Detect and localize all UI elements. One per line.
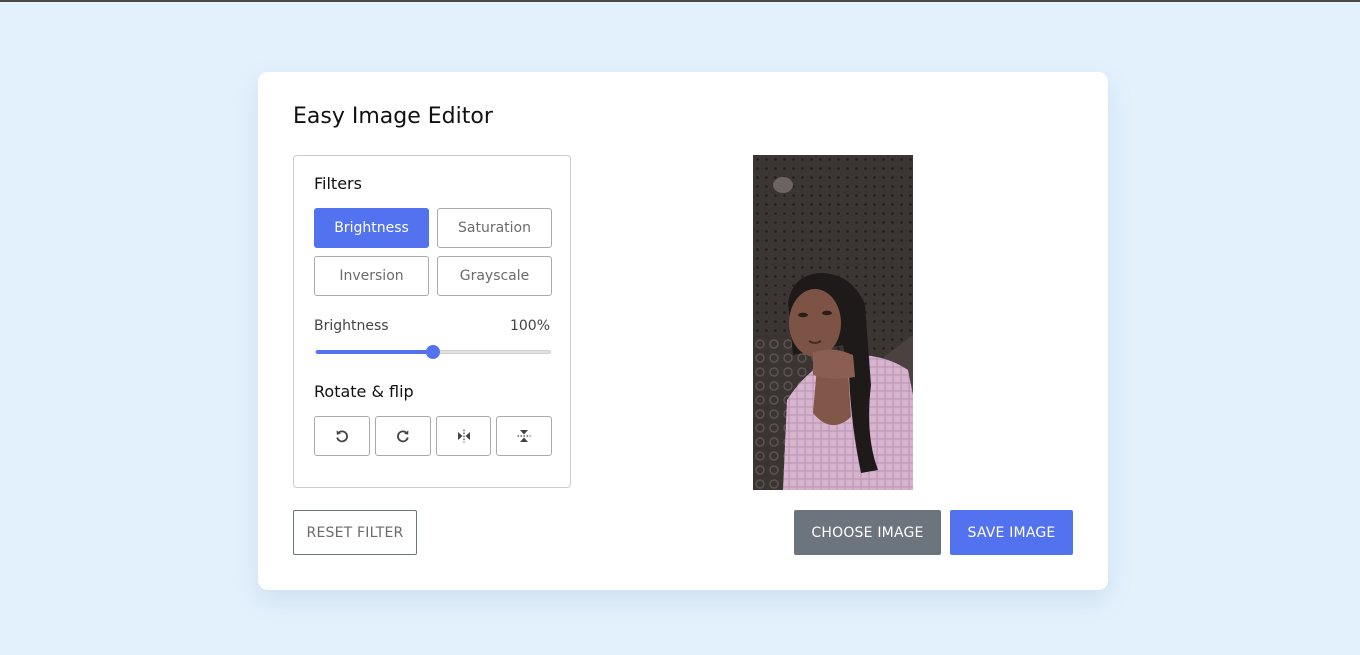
rotate-right-icon <box>397 430 409 443</box>
rotate-right-button[interactable] <box>375 416 431 456</box>
flip-horizontal-icon <box>457 429 470 443</box>
flip-vertical-button[interactable] <box>496 416 552 456</box>
filter-saturation-button[interactable]: Saturation <box>437 208 552 248</box>
filter-inversion-button[interactable]: Inversion <box>314 256 429 296</box>
flip-horizontal-button[interactable] <box>436 416 491 456</box>
filters-heading: Filters <box>314 174 362 193</box>
slider-thumb[interactable] <box>426 345 440 359</box>
rotate-heading: Rotate & flip <box>314 382 414 401</box>
page-title: Easy Image Editor <box>293 104 493 129</box>
slider-name: Brightness <box>314 318 389 334</box>
save-image-button[interactable]: SAVE IMAGE <box>950 510 1073 555</box>
filter-grayscale-button[interactable]: Grayscale <box>437 256 552 296</box>
rotate-left-button[interactable] <box>314 416 370 456</box>
editor-panel: Filters Brightness Saturation Inversion … <box>293 155 571 488</box>
editor-card: Easy Image Editor Filters Brightness Sat… <box>258 72 1108 590</box>
preview-photo <box>753 155 913 490</box>
choose-image-button[interactable]: CHOOSE IMAGE <box>794 510 941 555</box>
rotate-left-icon <box>336 430 348 443</box>
flip-vertical-icon <box>517 430 531 442</box>
top-border <box>0 0 1360 2</box>
filter-slider[interactable] <box>315 345 551 359</box>
slider-value: 100% <box>509 318 550 334</box>
reset-filter-button[interactable]: RESET FILTER <box>293 510 417 555</box>
image-preview <box>753 155 913 490</box>
slider-fill <box>316 350 433 354</box>
filter-brightness-button[interactable]: Brightness <box>314 208 429 248</box>
